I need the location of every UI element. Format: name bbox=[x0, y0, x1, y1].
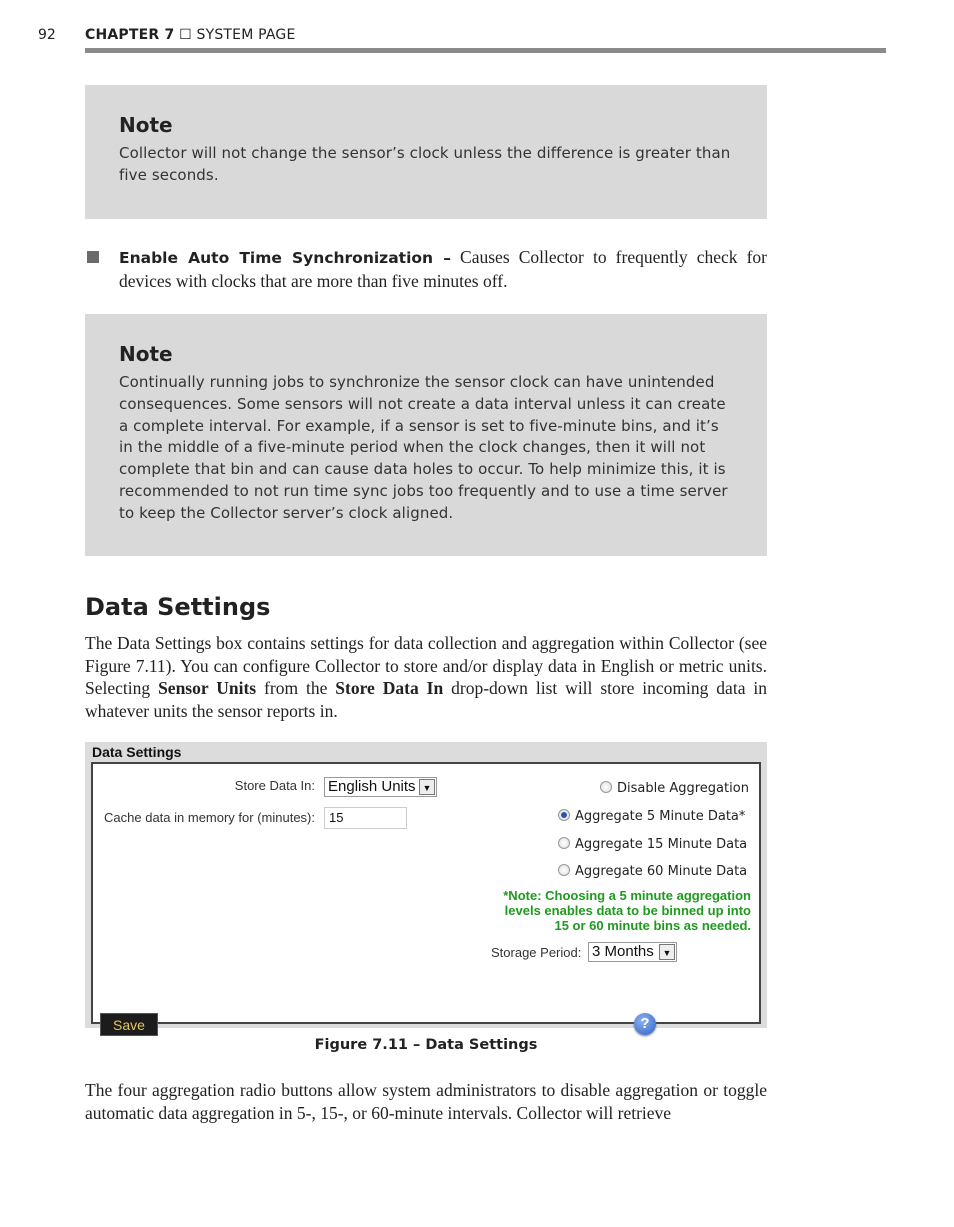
radio-label: Disable Aggregation bbox=[617, 781, 749, 796]
storage-period-select[interactable]: 3 Months ▼ bbox=[588, 942, 677, 962]
store-data-select[interactable]: English Units ▼ bbox=[324, 777, 437, 797]
data-settings-figure: Data Settings Store Data In: English Uni… bbox=[85, 742, 767, 1036]
running-header: CHAPTER 7 ☐ SYSTEM PAGE bbox=[85, 27, 296, 43]
header-rule bbox=[85, 48, 886, 53]
note-line: *Note: Choosing a 5 minute aggregation bbox=[503, 888, 751, 903]
chevron-down-icon: ▼ bbox=[419, 779, 435, 795]
chevron-down-icon: ▼ bbox=[659, 944, 675, 960]
note-box: Note Collector will not change the senso… bbox=[85, 85, 767, 219]
cache-minutes-input[interactable]: 15 bbox=[324, 807, 407, 829]
square-bullet-icon bbox=[87, 251, 99, 263]
cache-label: Cache data in memory for (minutes): bbox=[104, 810, 315, 825]
note-text: Collector will not change the sensor’s c… bbox=[119, 144, 731, 184]
page-number: 92 bbox=[38, 27, 56, 43]
radio-label: Aggregate 60 Minute Data bbox=[575, 864, 748, 879]
radio-label: Aggregate 15 Minute Data bbox=[575, 837, 748, 852]
note-title: Note bbox=[119, 113, 173, 137]
text: from the bbox=[256, 678, 336, 699]
chapter-label: CHAPTER 7 bbox=[85, 27, 175, 43]
note-line: 15 or 60 minute bins as needed. bbox=[554, 918, 751, 933]
save-button[interactable]: Save bbox=[100, 1013, 158, 1036]
storage-period-value: 3 Months bbox=[592, 943, 654, 960]
box-icon: ☐ bbox=[179, 27, 192, 43]
bold-term: Sensor Units bbox=[158, 678, 257, 699]
radio-aggregate-60[interactable] bbox=[558, 864, 570, 876]
store-data-label: Store Data In: bbox=[234, 778, 315, 793]
radio-aggregate-15[interactable] bbox=[558, 837, 570, 849]
note-box: Note Continually running jobs to synchro… bbox=[85, 314, 767, 556]
radio-label: Aggregate 5 Minute Data* bbox=[575, 809, 746, 824]
panel-body: Store Data In: English Units ▼ Cache data… bbox=[91, 762, 761, 1036]
radio-aggregate-5[interactable] bbox=[558, 809, 570, 821]
note-title: Note bbox=[119, 342, 173, 366]
aggregation-note: *Note: Choosing a 5 minute aggregation l… bbox=[423, 888, 751, 933]
note-line: levels enables data to be binned up into bbox=[504, 903, 751, 918]
panel-title: Data Settings bbox=[92, 744, 182, 760]
paragraph: The Data Settings box contains settings … bbox=[85, 632, 767, 723]
bullet-term: Enable Auto Time Synchronization – bbox=[119, 249, 451, 267]
storage-period-label: Storage Period: bbox=[491, 945, 582, 960]
section-label: SYSTEM PAGE bbox=[196, 27, 296, 43]
document-page: 92 CHAPTER 7 ☐ SYSTEM PAGE Note Collecto… bbox=[0, 0, 954, 1227]
figure-caption: Figure 7.11 – Data Settings bbox=[314, 1037, 538, 1053]
help-icon[interactable]: ? bbox=[634, 1013, 656, 1035]
section-heading: Data Settings bbox=[85, 593, 271, 621]
note-text: Continually running jobs to synchronize … bbox=[119, 373, 728, 522]
radio-disable-aggregation[interactable] bbox=[600, 781, 612, 793]
bullet-item: Enable Auto Time Synchronization – Cause… bbox=[119, 246, 767, 292]
paragraph: The four aggregation radio buttons allow… bbox=[85, 1080, 767, 1123]
bold-term: Store Data In bbox=[335, 678, 444, 699]
store-data-value: English Units bbox=[328, 778, 416, 795]
